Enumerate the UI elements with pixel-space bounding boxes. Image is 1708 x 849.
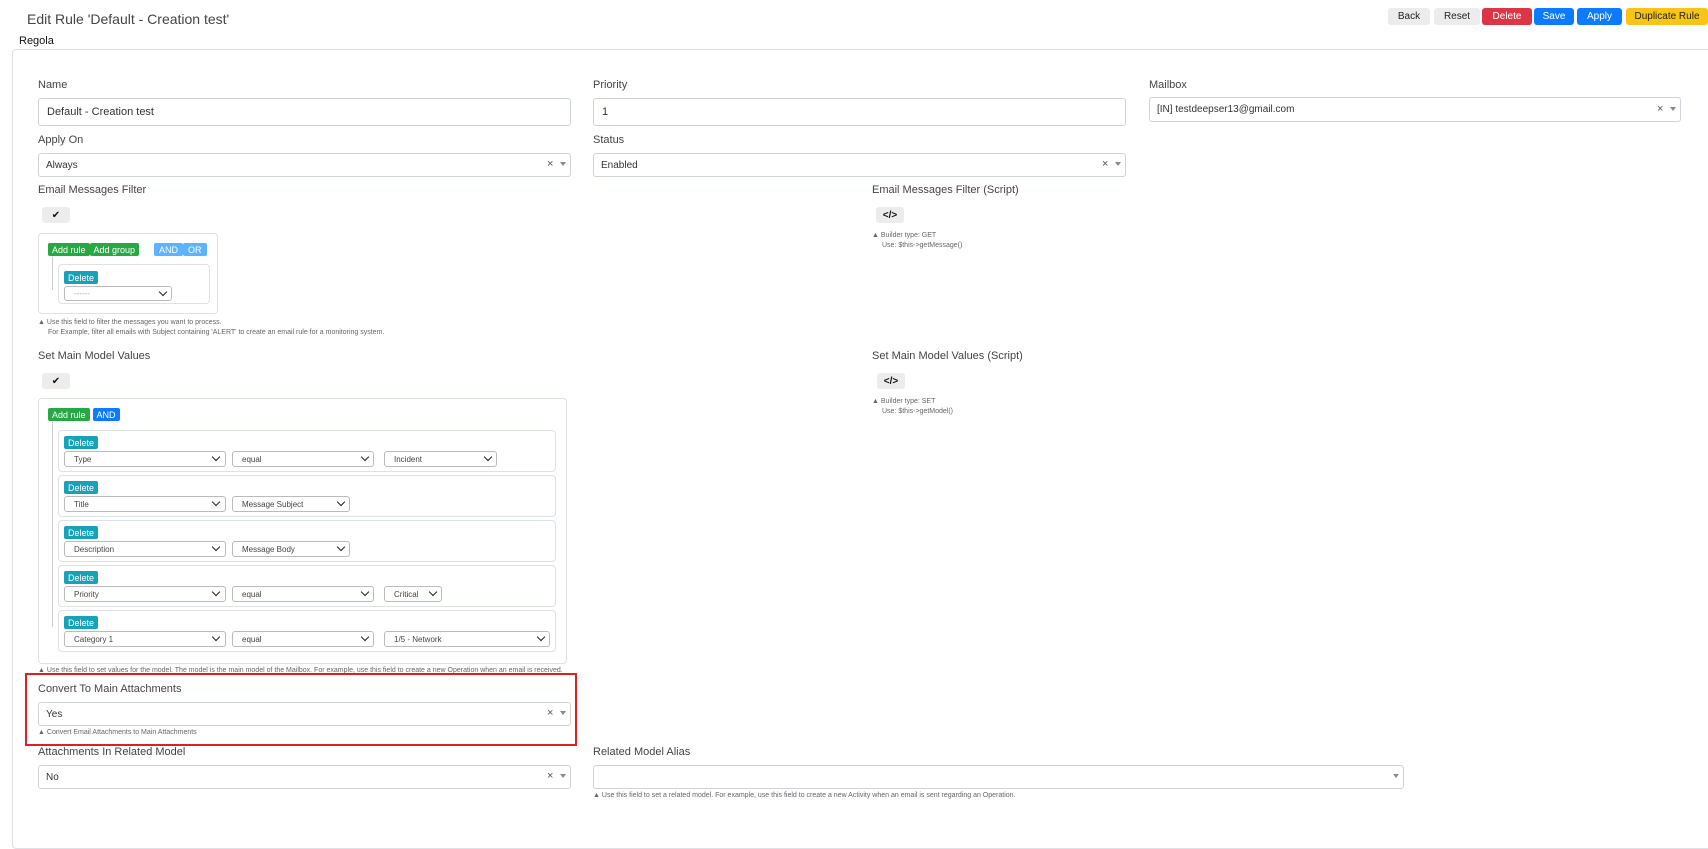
email-filter-help: ▲ Use this field to filter the messages … — [38, 319, 385, 336]
convert-attachments-select[interactable]: Yes — [38, 702, 571, 726]
main-model-script-label: Set Main Model Values (Script) — [872, 350, 1023, 362]
rule-operator-select[interactable]: Message Body — [232, 541, 350, 557]
mailbox-value: [IN] testdeepser13@gmail.com — [1157, 104, 1295, 115]
triangle-up-icon: ▲ — [593, 792, 600, 799]
related-alias-caret-icon[interactable] — [1393, 774, 1399, 778]
main-model-script-toggle[interactable]: </> — [877, 373, 905, 389]
filter-condition-toggle: AND OR — [154, 243, 207, 256]
related-alias-label: Related Model Alias — [593, 746, 691, 758]
status-label: Status — [593, 134, 625, 146]
priority-value: 1 — [602, 106, 609, 118]
filter-field-select[interactable]: ------ — [64, 286, 172, 301]
mailbox-label: Mailbox — [1149, 79, 1187, 91]
code-icon: </> — [883, 375, 899, 387]
convert-attachments-caret-icon[interactable] — [560, 711, 566, 715]
name-value: Default - Creation test — [47, 106, 154, 118]
apply-on-caret-icon[interactable] — [560, 162, 566, 166]
status-clear-icon[interactable]: × — [1102, 158, 1108, 170]
delete-button[interactable]: Delete — [1482, 8, 1532, 25]
rule-delete-button[interactable]: Delete — [64, 616, 99, 629]
status-select[interactable]: Enabled — [593, 153, 1126, 177]
triangle-up-icon: ▲ — [38, 319, 45, 326]
convert-attachments-label: Convert To Main Attachments — [38, 683, 182, 695]
rule-delete-button[interactable]: Delete — [64, 526, 99, 539]
rule-operator-select[interactable]: equal — [232, 631, 374, 647]
mailbox-select[interactable]: [IN] testdeepser13@gmail.com — [1149, 97, 1681, 122]
main-model-group-header: Add rule AND — [48, 408, 120, 421]
rule-operator-select[interactable]: equal — [232, 586, 374, 602]
add-group-button[interactable]: Add group — [89, 243, 140, 256]
rule-operator-select[interactable]: equal — [232, 451, 374, 467]
attachments-related-label: Attachments In Related Model — [38, 746, 186, 758]
attachments-related-value: No — [46, 771, 59, 783]
status-value: Enabled — [601, 159, 638, 171]
apply-on-label: Apply On — [38, 134, 84, 146]
filter-group-header: Add rule Add group — [48, 243, 140, 256]
page-title: Edit Rule 'Default - Creation test' — [27, 11, 230, 27]
rule-field-select[interactable]: Priority — [64, 586, 226, 602]
main-model-add-rule-button[interactable]: Add rule — [48, 408, 90, 421]
status-caret-icon[interactable] — [1115, 162, 1121, 166]
related-alias-select[interactable] — [593, 765, 1404, 789]
main-model-builder-toggle[interactable]: ✔ — [42, 373, 70, 389]
double-check-icon: ✔ — [51, 375, 61, 387]
rule-operator-select[interactable]: Message Subject — [232, 496, 350, 512]
tab-regola[interactable]: Regola — [19, 35, 54, 47]
tree-line — [52, 422, 53, 627]
rule-field-select[interactable]: Description — [64, 541, 226, 557]
and-toggle[interactable]: AND — [154, 243, 184, 256]
apply-button[interactable]: Apply — [1577, 8, 1622, 25]
mailbox-caret-icon[interactable] — [1670, 107, 1676, 111]
priority-input[interactable]: 1 — [593, 98, 1126, 126]
name-label: Name — [38, 79, 68, 91]
apply-on-clear-icon[interactable]: × — [547, 158, 553, 170]
main-model-script-help: ▲ Builder type: SET Use: $this->getModel… — [872, 398, 954, 415]
or-toggle[interactable]: OR — [183, 243, 207, 256]
rule-field-select[interactable]: Title — [64, 496, 226, 512]
attachments-related-select[interactable]: No — [38, 765, 571, 789]
email-filter-label: Email Messages Filter — [38, 184, 147, 196]
convert-attachments-help: ▲ Convert Email Attachments to Main Atta… — [38, 729, 197, 736]
apply-on-value: Always — [46, 159, 78, 171]
builder-toggle-button[interactable]: ✔ — [42, 207, 70, 223]
email-filter-script-label: Email Messages Filter (Script) — [872, 184, 1019, 196]
attachments-related-clear-icon[interactable]: × — [547, 770, 553, 782]
email-filter-script-help: ▲ Builder type: GET Use: $this->getMessa… — [872, 232, 963, 249]
tree-line — [52, 257, 53, 290]
save-button[interactable]: Save — [1534, 8, 1574, 25]
mailbox-clear-icon[interactable]: × — [1657, 103, 1663, 115]
duplicate-rule-button[interactable]: Duplicate Rule — [1626, 8, 1708, 25]
apply-on-select[interactable]: Always — [38, 153, 571, 177]
reset-button[interactable]: Reset — [1434, 8, 1480, 25]
rule-delete-button[interactable]: Delete — [64, 571, 99, 584]
name-input[interactable]: Default - Creation test — [38, 98, 571, 126]
main-model-and-toggle[interactable]: AND — [92, 408, 120, 421]
convert-attachments-clear-icon[interactable]: × — [547, 707, 553, 719]
add-rule-button[interactable]: Add rule — [48, 243, 90, 256]
double-check-icon: ✔ — [51, 209, 61, 221]
rule-field-select[interactable]: Type — [64, 451, 226, 467]
rule-value-select[interactable]: Incident — [384, 451, 497, 467]
filter-rule-delete-button[interactable]: Delete — [64, 271, 99, 284]
back-button[interactable]: Back — [1388, 8, 1430, 25]
script-toggle-button[interactable]: </> — [876, 207, 904, 223]
triangle-up-icon: ▲ — [872, 232, 879, 239]
related-alias-help: ▲ Use this field to set a related model.… — [593, 792, 1016, 799]
triangle-up-icon: ▲ — [872, 398, 879, 405]
rule-value-select[interactable]: 1/5 - Network — [384, 631, 550, 647]
code-icon: </> — [882, 209, 898, 221]
attachments-related-caret-icon[interactable] — [560, 774, 566, 778]
rule-delete-button[interactable]: Delete — [64, 481, 99, 494]
priority-label: Priority — [593, 79, 628, 91]
rule-delete-button[interactable]: Delete — [64, 436, 99, 449]
main-model-label: Set Main Model Values — [38, 350, 151, 362]
triangle-up-icon: ▲ — [38, 729, 45, 736]
rule-field-select[interactable]: Category 1 — [64, 631, 226, 647]
convert-attachments-value: Yes — [46, 708, 63, 720]
